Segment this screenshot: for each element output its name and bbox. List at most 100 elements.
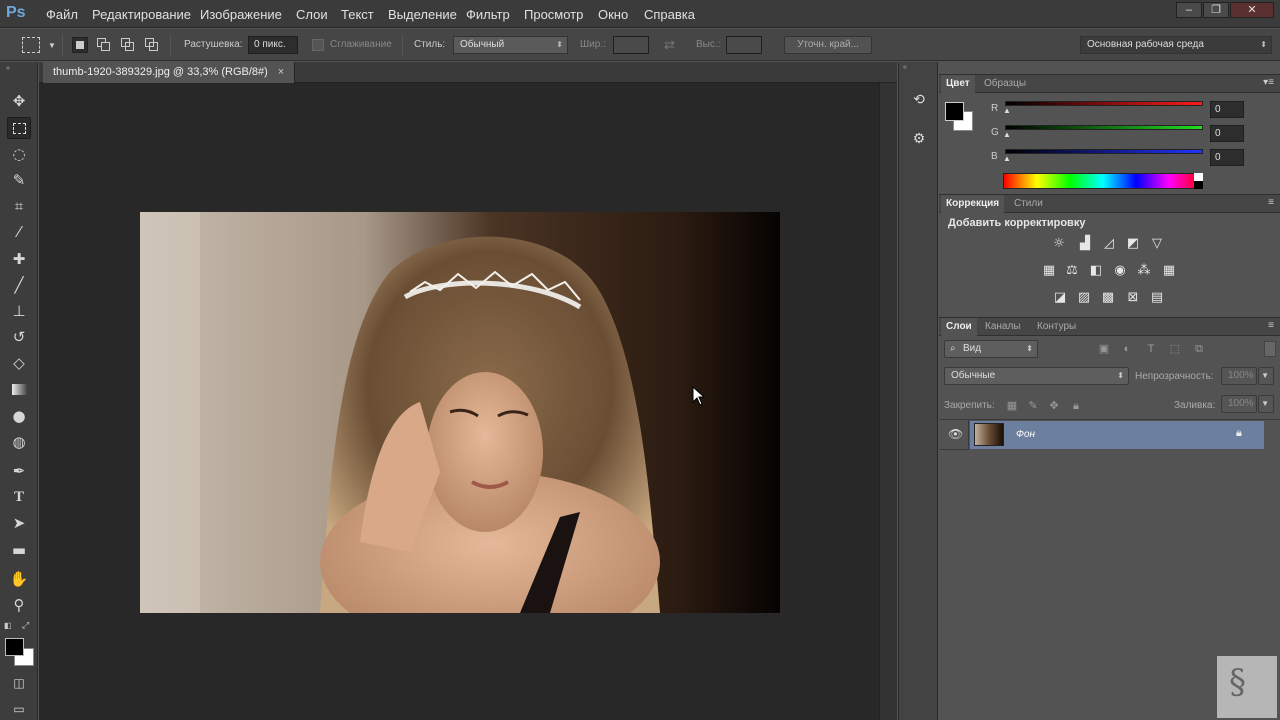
close-window-button[interactable]: ✕ bbox=[1230, 2, 1274, 18]
history-brush-tool-icon[interactable]: ↺ bbox=[7, 326, 31, 348]
refine-edge-button[interactable]: Уточн. край... bbox=[784, 36, 872, 54]
document-tab[interactable]: thumb-1920-389329.jpg @ 33,3% (RGB/8#) × bbox=[43, 62, 296, 83]
curves-icon[interactable]: ◿ bbox=[1100, 236, 1118, 252]
menu-image[interactable]: Изображение bbox=[200, 7, 282, 22]
antialias-checkbox[interactable] bbox=[312, 39, 324, 51]
green-value-field[interactable]: 0 bbox=[1210, 125, 1244, 142]
foreground-color-swatch[interactable] bbox=[5, 638, 24, 656]
levels-icon[interactable]: ▟ bbox=[1076, 236, 1094, 252]
black-white-icon[interactable]: ◧ bbox=[1087, 263, 1105, 279]
marquee-tool-icon[interactable] bbox=[7, 117, 31, 139]
crop-tool-icon[interactable]: ⌗ bbox=[7, 195, 31, 217]
spectrum-white-icon[interactable] bbox=[1194, 173, 1203, 181]
swap-dimensions-icon[interactable]: ⇄ bbox=[664, 37, 675, 53]
blur-tool-icon[interactable]: ● bbox=[7, 405, 31, 427]
restore-button[interactable]: ❐ bbox=[1203, 2, 1229, 18]
image-canvas[interactable] bbox=[140, 212, 780, 613]
color-balance-icon[interactable]: ⚖ bbox=[1063, 263, 1081, 279]
selective-color-icon[interactable]: ⊠ bbox=[1124, 290, 1142, 306]
filter-smart-object-icon[interactable]: ⧉ bbox=[1192, 342, 1206, 356]
layer-name[interactable]: Фон bbox=[1016, 429, 1035, 440]
hue-saturation-icon[interactable]: ▦ bbox=[1040, 263, 1058, 279]
marquee-tool-preset-icon[interactable] bbox=[22, 37, 40, 53]
menu-help[interactable]: Справка bbox=[644, 7, 695, 22]
menu-filter[interactable]: Фильтр bbox=[466, 7, 510, 22]
filter-toggle[interactable] bbox=[1264, 341, 1276, 357]
menu-window[interactable]: Окно bbox=[598, 7, 628, 22]
tab-adjustments[interactable]: Коррекция bbox=[941, 195, 1005, 213]
exposure-icon[interactable]: ◩ bbox=[1124, 236, 1142, 252]
layer-filter-select[interactable]: ⌕ Вид ⬍ bbox=[944, 340, 1038, 358]
posterize-icon[interactable]: ▨ bbox=[1075, 290, 1093, 306]
filter-shape-icon[interactable]: ⬚ bbox=[1168, 342, 1182, 356]
lasso-tool-icon[interactable]: ◌ bbox=[7, 143, 31, 165]
add-selection-icon[interactable] bbox=[96, 37, 112, 53]
menu-text[interactable]: Текст bbox=[341, 7, 374, 22]
red-value-field[interactable]: 0 bbox=[1210, 101, 1244, 118]
blend-mode-select[interactable]: Обычные ⬍ bbox=[944, 367, 1129, 385]
height-input[interactable] bbox=[726, 36, 762, 54]
lock-transparency-icon[interactable]: ▦ bbox=[1005, 399, 1019, 413]
filter-type-icon[interactable]: T bbox=[1144, 342, 1158, 356]
menu-select[interactable]: Выделение bbox=[388, 7, 457, 22]
subtract-selection-icon[interactable] bbox=[120, 37, 136, 53]
tab-color[interactable]: Цвет bbox=[941, 75, 975, 93]
filter-pixel-icon[interactable]: ▣ bbox=[1097, 342, 1111, 356]
path-select-tool-icon[interactable]: ➤ bbox=[7, 512, 31, 534]
screen-mode-icon[interactable]: ▭ bbox=[7, 698, 31, 720]
panel-menu-icon[interactable]: ≡ bbox=[1268, 197, 1274, 208]
default-colors-icon[interactable]: ◧ bbox=[4, 621, 12, 630]
tab-paths[interactable]: Контуры bbox=[1032, 318, 1081, 336]
opacity-field[interactable]: 100% bbox=[1221, 367, 1257, 385]
brightness-contrast-icon[interactable]: ☼ bbox=[1050, 236, 1068, 252]
new-selection-icon[interactable] bbox=[72, 37, 88, 53]
tab-layers[interactable]: Слои bbox=[941, 318, 977, 336]
hand-tool-icon[interactable]: ✋ bbox=[7, 568, 31, 590]
blue-value-field[interactable]: 0 bbox=[1210, 149, 1244, 166]
lock-position-icon[interactable]: ✥ bbox=[1047, 399, 1061, 413]
style-select[interactable]: Обычный ⬍ bbox=[453, 36, 568, 54]
panel-menu-icon[interactable]: ≡ bbox=[1268, 320, 1274, 331]
quick-select-tool-icon[interactable]: ✎ bbox=[7, 169, 31, 191]
collapse-icon[interactable]: » bbox=[6, 65, 10, 72]
clone-stamp-tool-icon[interactable]: ⊥ bbox=[7, 300, 31, 322]
panel-menu-icon[interactable]: ▾≡ bbox=[1263, 77, 1274, 88]
slider-thumb-icon[interactable]: ▲ bbox=[1003, 106, 1011, 115]
menu-edit[interactable]: Редактирование bbox=[92, 7, 191, 22]
minimize-button[interactable]: – bbox=[1176, 2, 1202, 18]
spectrum-black-icon[interactable] bbox=[1194, 181, 1203, 189]
menu-view[interactable]: Просмотр bbox=[524, 7, 583, 22]
quick-mask-icon[interactable]: ◫ bbox=[7, 672, 31, 694]
lock-pixels-icon[interactable]: ✎ bbox=[1026, 399, 1040, 413]
tab-channels[interactable]: Каналы bbox=[980, 318, 1026, 336]
filter-adjustment-icon[interactable]: ◐ bbox=[1120, 342, 1134, 356]
healing-brush-tool-icon[interactable]: ✚ bbox=[7, 248, 31, 270]
preset-dropdown-icon[interactable]: ▼ bbox=[48, 41, 56, 50]
vertical-scrollbar[interactable] bbox=[879, 83, 897, 720]
slider-thumb-icon[interactable]: ▲ bbox=[1003, 130, 1011, 139]
color-lookup-icon[interactable]: ▦ bbox=[1160, 263, 1178, 279]
move-tool-icon[interactable]: ✥ bbox=[7, 90, 31, 112]
layer-row-background[interactable]: Фон 🔒︎ bbox=[970, 421, 1264, 449]
width-input[interactable] bbox=[613, 36, 649, 54]
gradient-tool-icon[interactable] bbox=[7, 379, 31, 401]
fill-field[interactable]: 100% bbox=[1221, 395, 1257, 413]
color-spectrum-bar[interactable] bbox=[1003, 173, 1203, 189]
channel-mixer-icon[interactable]: ⁂ bbox=[1135, 263, 1153, 279]
menu-file[interactable]: Файл bbox=[46, 7, 78, 22]
lock-all-icon[interactable]: 🔒︎ bbox=[1069, 399, 1083, 413]
invert-icon[interactable]: ◪ bbox=[1051, 290, 1069, 306]
fill-dropdown[interactable]: ▼ bbox=[1258, 395, 1274, 413]
menu-layers[interactable]: Слои bbox=[296, 7, 328, 22]
brush-tool-icon[interactable]: ╱ bbox=[7, 274, 31, 296]
threshold-icon[interactable]: ▩ bbox=[1099, 290, 1117, 306]
intersect-selection-icon[interactable] bbox=[144, 37, 160, 53]
type-tool-icon[interactable]: T bbox=[7, 486, 31, 508]
red-slider[interactable] bbox=[1005, 101, 1203, 106]
tab-styles[interactable]: Стили bbox=[1009, 195, 1048, 213]
vibrance-icon[interactable]: ▽ bbox=[1148, 236, 1166, 252]
rectangle-tool-icon[interactable]: ▬ bbox=[7, 539, 31, 561]
gradient-map-icon[interactable]: ▤ bbox=[1148, 290, 1166, 306]
properties-panel-icon[interactable]: ⚙ bbox=[908, 128, 930, 148]
eraser-tool-icon[interactable]: ◇ bbox=[7, 352, 31, 374]
